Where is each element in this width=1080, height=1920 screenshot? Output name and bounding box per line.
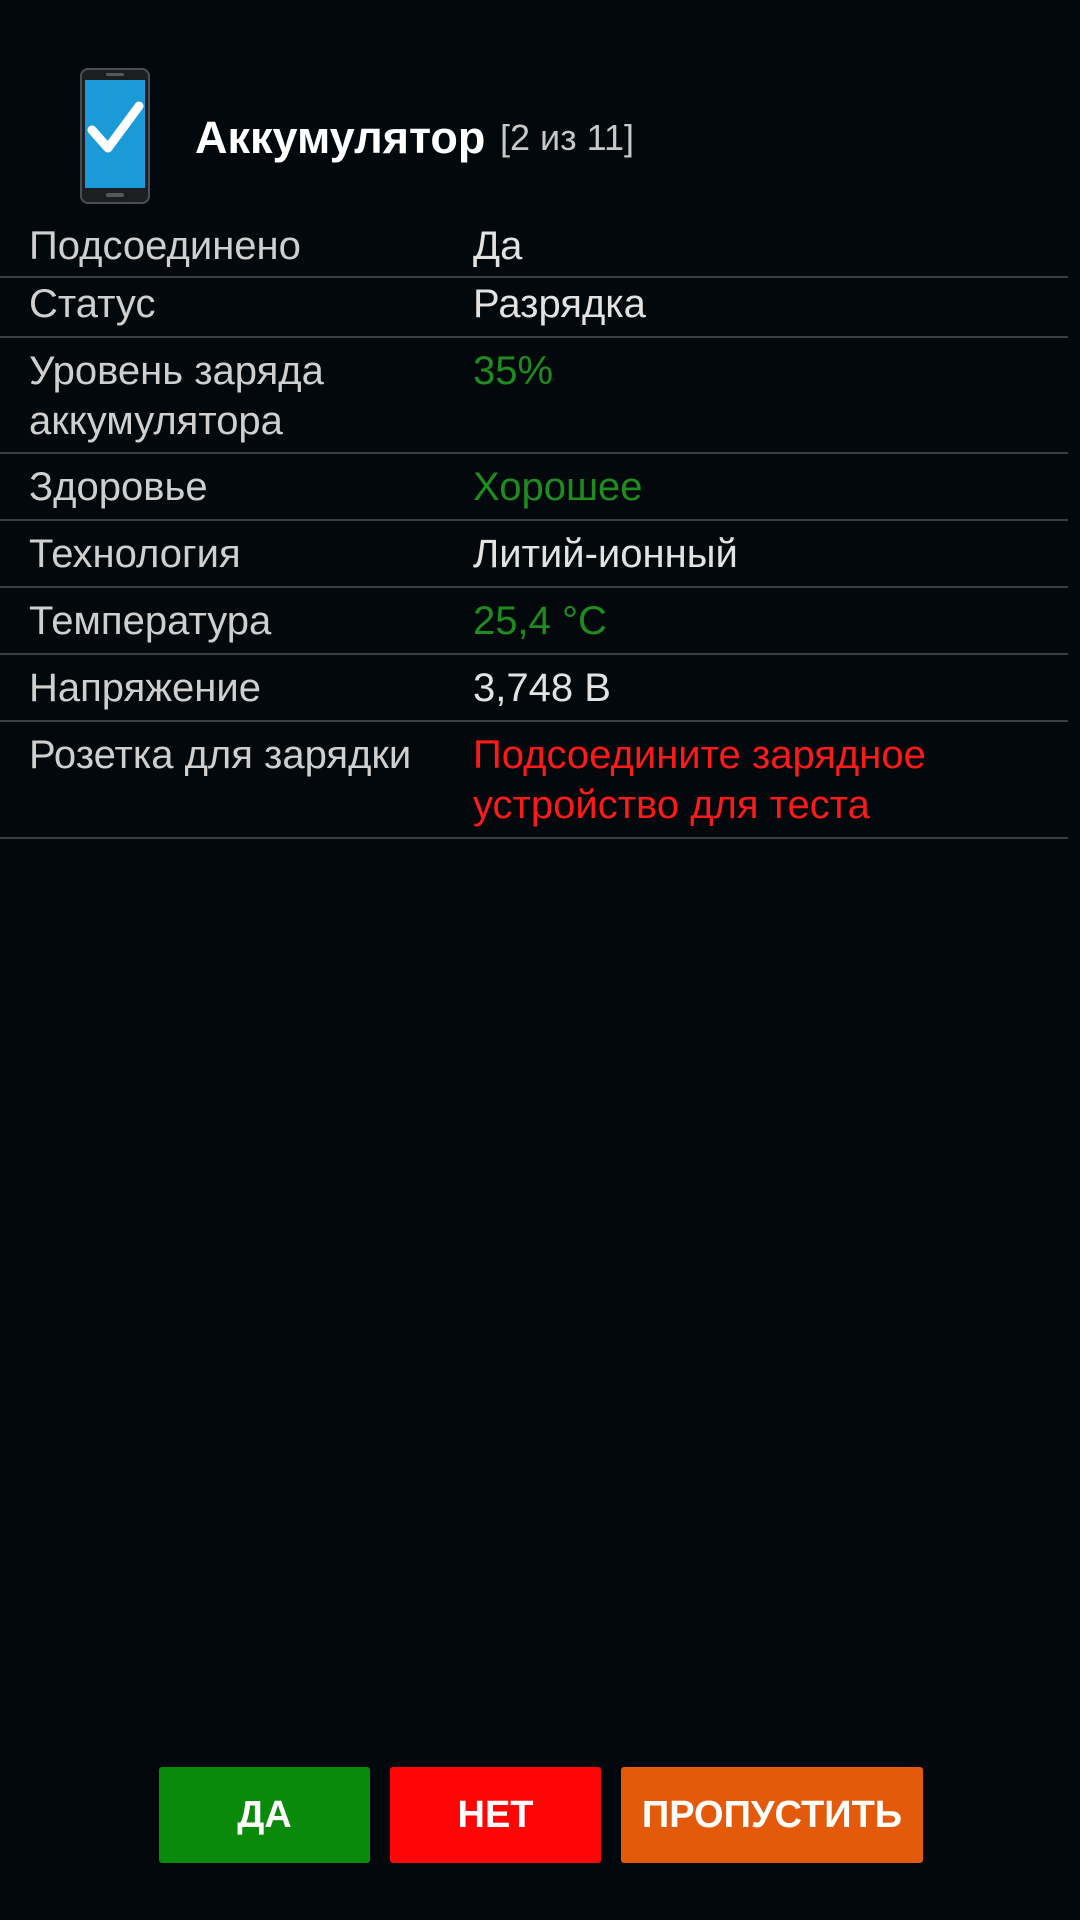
row-value: 25,4 °C [473,599,607,643]
row-label: Розетка для зарядки [29,733,412,777]
row-label: Статус [29,282,156,326]
row-technology: Технология Литий-ионный [0,521,1068,588]
row-value: 35% [473,349,554,393]
row-value: Литий-ионный [473,532,738,576]
battery-info-table: Подсоединено Да Статус Разрядка Уровень … [0,210,1068,839]
row-temperature: Температура 25,4 °C [0,588,1068,655]
row-value: Подсоедините зарядное устройство для тес… [473,733,926,827]
row-value: Хорошее [473,465,643,509]
row-label: Температура [29,599,272,643]
row-label: Технология [29,532,241,576]
test-counter: [2 из 11] [500,117,635,158]
row-charge-level: Уровень заряда аккумулятора 35% [0,338,1068,454]
row-label: Подсоединено [29,224,301,268]
row-value: 3,748 В [473,666,611,710]
skip-button[interactable]: ПРОПУСТИТЬ [621,1767,923,1863]
row-charger-outlet: Розетка для зарядки Подсоедините зарядно… [0,722,1068,839]
row-value: Разрядка [473,282,646,326]
no-button[interactable]: НЕТ [390,1767,601,1863]
row-label: Уровень заряда аккумулятора [29,349,324,443]
row-health: Здоровье Хорошее [0,454,1068,521]
row-label: Здоровье [29,465,208,509]
phone-checkmark-icon [80,68,150,204]
row-connected: Подсоединено Да [0,210,1068,278]
page-title: Аккумулятор [195,112,486,163]
action-buttons: ДА НЕТ ПРОПУСТИТЬ [0,1767,1080,1863]
row-status: Статус Разрядка [0,278,1068,338]
row-label: Напряжение [29,666,261,710]
header: Аккумулятор [2 из 11] [0,0,1080,210]
yes-button[interactable]: ДА [159,1767,370,1863]
row-voltage: Напряжение 3,748 В [0,655,1068,722]
row-value: Да [473,224,523,268]
